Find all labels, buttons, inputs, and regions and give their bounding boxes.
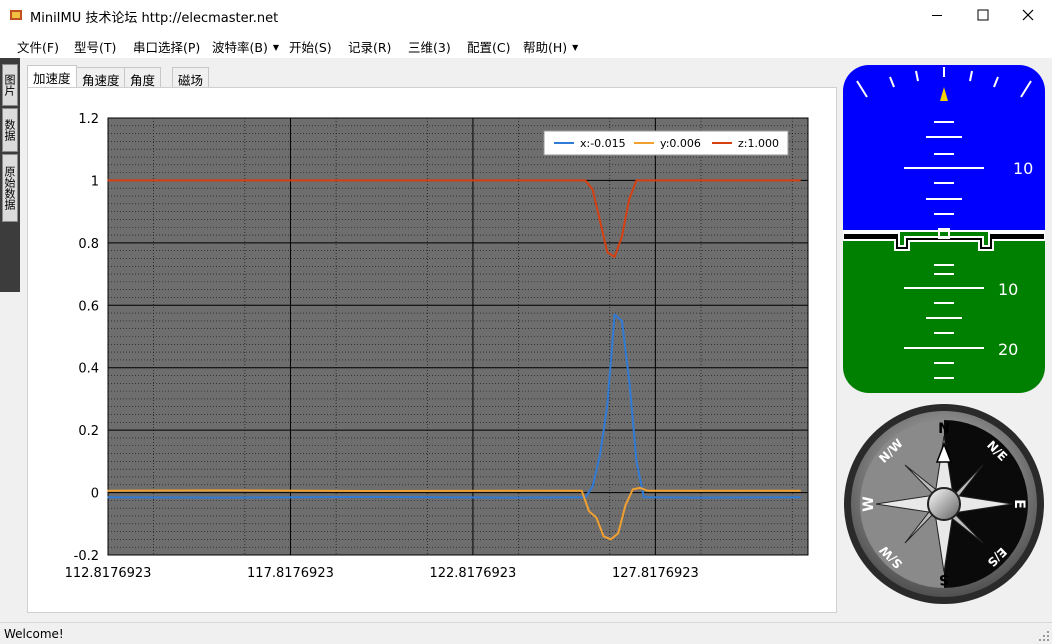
minimize-button[interactable] — [914, 0, 960, 31]
app-icon — [10, 10, 22, 20]
y-tick-label: 0.4 — [78, 362, 99, 377]
y-tick-label: 1 — [91, 174, 99, 189]
chevron-down-icon: ▼ — [572, 43, 579, 52]
compass-direction-label: S — [939, 571, 949, 587]
maximize-button[interactable] — [960, 0, 1006, 31]
tab-angular-velocity[interactable]: 角速度 — [76, 67, 126, 88]
menu-bar: 文件(F) 型号(T) 串口选择(P) 波特率(B) ▼ 开始(S) 记录(R) … — [0, 31, 1052, 58]
chevron-down-icon: ▼ — [272, 43, 279, 52]
attitude-indicator: 10 10 20 — [843, 65, 1045, 393]
compass-direction-label: W — [861, 496, 877, 511]
close-button[interactable] — [1006, 0, 1052, 31]
side-tab-data[interactable]: 数据 — [2, 108, 18, 152]
side-tab-raw-data[interactable]: 原始数据 — [2, 154, 18, 222]
tab-acceleration[interactable]: 加速度 — [27, 65, 77, 87]
pitch-label: 10 — [998, 280, 1018, 299]
ground-area — [843, 231, 1045, 393]
y-tick-label: 0.2 — [78, 424, 99, 439]
menu-record[interactable]: 记录(R) — [348, 37, 391, 56]
chart-panel: 1.2 1 0.8 0.6 0.4 0.2 0 -0.2 112.8176923 117.8176… — [27, 87, 837, 613]
x-tick-label: 112.8176923 — [65, 566, 152, 581]
y-tick-label: -0.2 — [74, 549, 99, 564]
resize-grip-icon[interactable] — [1038, 630, 1050, 642]
chart-legend: x:-0.015 y:0.006 z:1.000 — [543, 130, 789, 156]
status-bar: Welcome! — [0, 622, 1052, 644]
y-tick-label: 0.6 — [78, 299, 99, 314]
menu-start[interactable]: 开始(S) — [289, 37, 332, 56]
compass-center-knob — [927, 487, 961, 521]
menu-model[interactable]: 型号(T) — [74, 37, 116, 56]
side-tab-image[interactable]: 图片 — [2, 64, 18, 106]
compass-direction-label: N — [938, 421, 950, 437]
menu-baud-rate[interactable]: 波特率(B) ▼ — [212, 37, 279, 56]
y-tick-label: 0 — [91, 487, 99, 502]
menu-file[interactable]: 文件(F) — [17, 37, 59, 56]
menu-serial-port[interactable]: 串口选择(P) — [133, 37, 200, 56]
compass: NN/EEE/SSS/WWN/W — [844, 404, 1044, 604]
compass-direction-label: E — [1011, 499, 1027, 509]
window-title: MiniIMU 技术论坛 http://elecmaster.net — [30, 11, 279, 26]
y-tick-label: 1.2 — [78, 112, 99, 127]
legend-entry: x:-0.015 — [580, 137, 626, 150]
acceleration-chart: 1.2 1 0.8 0.6 0.4 0.2 0 -0.2 112.8176923 117.8176… — [65, 112, 809, 581]
status-text: Welcome! — [4, 627, 64, 641]
legend-entry: z:1.000 — [738, 137, 779, 150]
tab-angle[interactable]: 角度 — [124, 67, 162, 88]
legend-entry: y:0.006 — [660, 137, 701, 150]
tab-magnetic-field[interactable]: 磁场 — [172, 67, 210, 88]
menu-3d[interactable]: 三维(3) — [408, 37, 451, 56]
side-tab-strip: 图片 数据 原始数据 — [0, 58, 20, 292]
y-tick-label: 0.8 — [78, 237, 99, 252]
pitch-label: 10 — [1013, 159, 1033, 178]
pitch-label: 20 — [998, 340, 1018, 359]
title-bar: MiniIMU 技术论坛 http://elecmaster.net — [0, 0, 1052, 31]
x-tick-label: 127.8176923 — [612, 566, 699, 581]
menu-help[interactable]: 帮助(H) ▼ — [523, 37, 578, 56]
x-tick-label: 117.8176923 — [247, 566, 334, 581]
app-window: MiniIMU 技术论坛 http://elecmaster.net 文件(F)… — [0, 0, 1052, 644]
menu-config[interactable]: 配置(C) — [467, 37, 510, 56]
x-tick-label: 122.8176923 — [429, 566, 516, 581]
